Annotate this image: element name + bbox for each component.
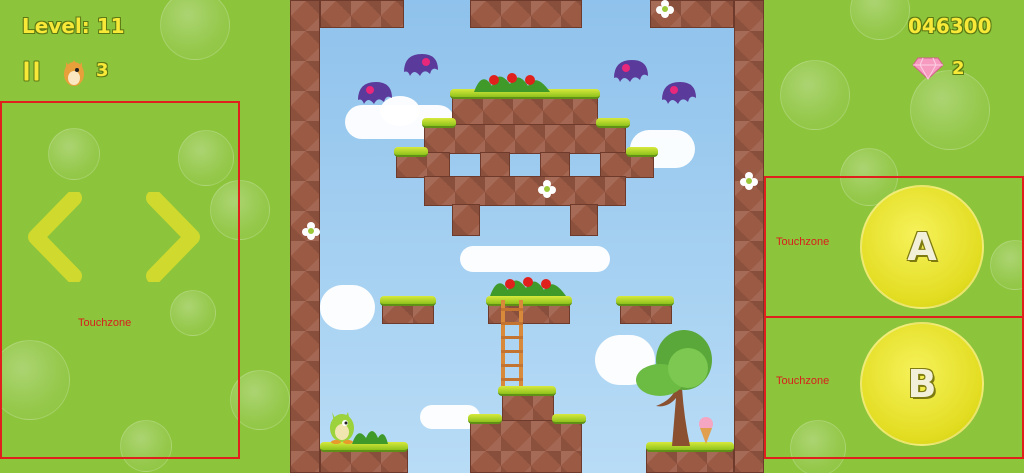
grass-ledge: [468, 414, 502, 424]
ladder: [501, 300, 523, 388]
cloud: [460, 246, 610, 272]
grass-ledge: [616, 296, 674, 306]
b-button[interactable]: B: [860, 322, 984, 446]
flower-icon: [656, 0, 674, 18]
bush: [490, 277, 566, 296]
invader-block: [452, 95, 598, 127]
flower-icon: [302, 222, 320, 240]
enemy-blob: [662, 82, 696, 104]
level-indicator: Level: 11: [22, 14, 125, 38]
game-area: [290, 0, 764, 473]
invader-block: [540, 152, 570, 178]
enemy-blob: [358, 82, 392, 104]
gem-count: 2: [952, 58, 965, 79]
b-touchzone-label: Touchzone: [776, 375, 830, 387]
cloud: [320, 285, 375, 330]
a-button[interactable]: A: [860, 185, 984, 309]
pause-button[interactable]: [22, 60, 42, 82]
grass-ledge: [394, 147, 428, 157]
grass-ledge: [626, 147, 658, 157]
enemy-blob: [404, 54, 438, 76]
grass-ledge: [596, 118, 630, 128]
arrow-left-icon[interactable]: [24, 192, 82, 282]
right-wall: [734, 0, 764, 473]
invader-block: [570, 204, 598, 236]
invader-block: [424, 176, 626, 206]
grass-ledge: [422, 118, 456, 128]
grass-ledge: [498, 386, 556, 396]
grass-ledge: [552, 414, 586, 424]
top-block: [320, 0, 404, 28]
invader-block: [424, 124, 626, 154]
score-value: 046300: [908, 14, 992, 38]
arrow-right-icon[interactable]: [146, 192, 204, 282]
player-character: [330, 412, 354, 444]
enemy-blob: [614, 60, 648, 82]
platform: [470, 420, 582, 473]
bush: [474, 73, 550, 92]
a-touchzone-label: Touchzone: [776, 236, 830, 248]
lives-count: 3: [96, 60, 109, 81]
dpad-touchzone-label: Touchzone: [78, 317, 132, 329]
flower-icon: [740, 172, 758, 190]
pause-icon: [23, 60, 40, 82]
flower-icon: [538, 180, 556, 198]
grass-ledge: [380, 296, 436, 306]
invader-block: [452, 204, 480, 236]
top-block: [470, 0, 582, 28]
invader-block: [480, 152, 510, 178]
player-icon: [64, 60, 84, 86]
ice-cream-item: [699, 417, 713, 444]
gem-icon: [912, 57, 944, 80]
